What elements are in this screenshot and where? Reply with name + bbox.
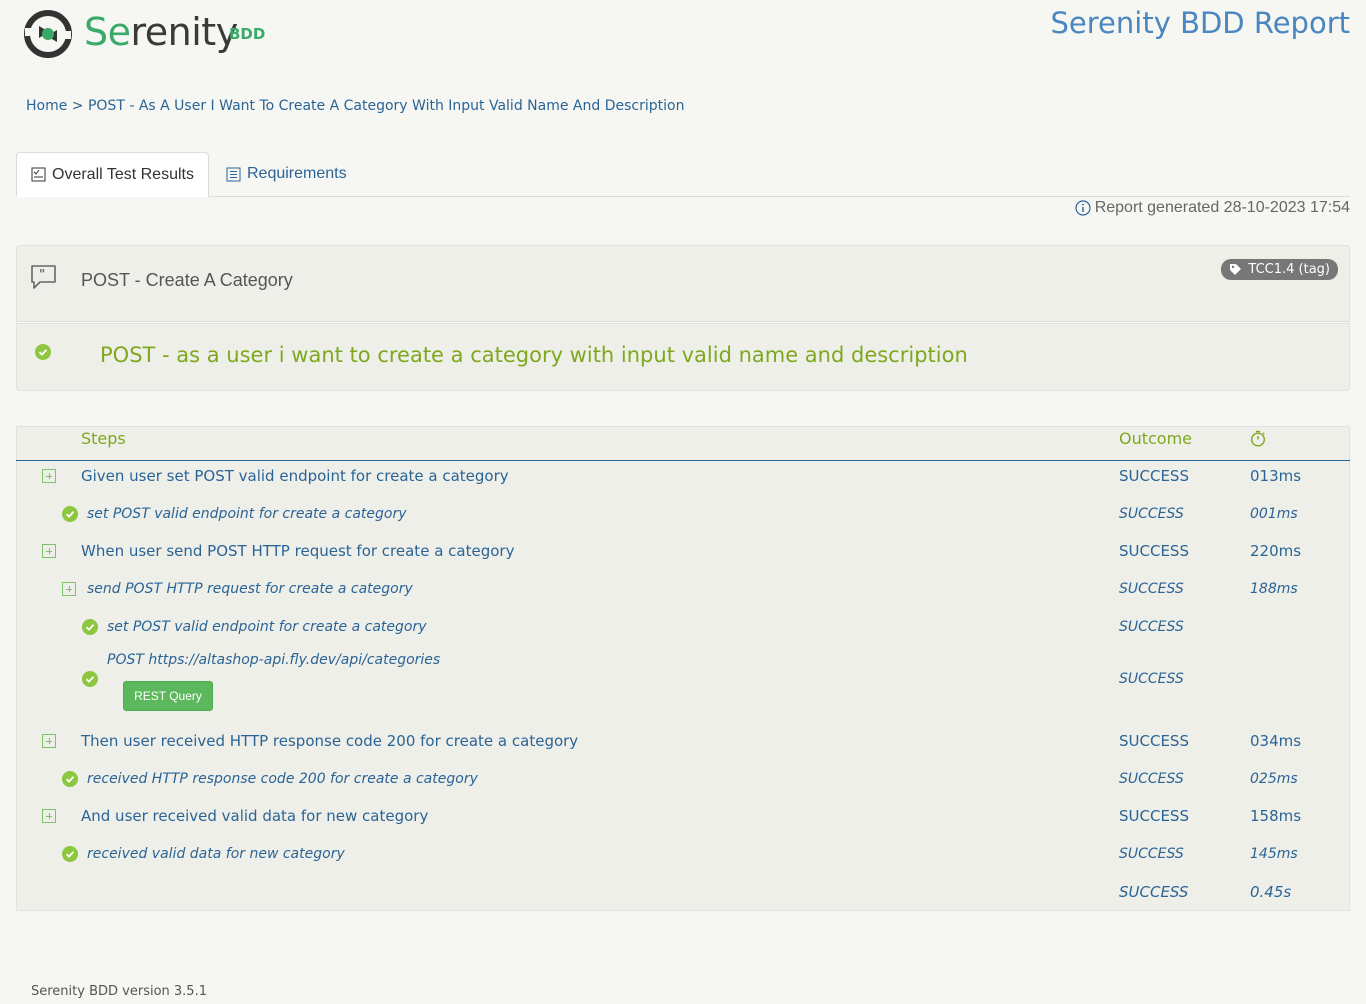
success-check-icon — [35, 344, 51, 360]
logo-word-prefix: Se — [84, 10, 131, 54]
expand-step-icon[interactable] — [42, 734, 56, 748]
step-outcome: SUCCESS — [1119, 846, 1184, 862]
steps-header: Steps — [81, 429, 126, 448]
step-outcome: SUCCESS — [1119, 807, 1189, 825]
step-text: And user received valid data for new cat… — [81, 807, 429, 825]
report-generated: Report generated 28-10-2023 17:54 — [1075, 199, 1350, 217]
steps-table — [16, 426, 1350, 911]
success-check-icon — [82, 619, 98, 635]
step-duration: 013ms — [1250, 467, 1302, 485]
logo-wordmark: Serenity — [84, 10, 238, 54]
success-check-icon — [82, 671, 98, 687]
report-title: Serenity BDD Report — [1050, 6, 1350, 40]
expand-step-icon[interactable] — [42, 469, 56, 483]
footer-version: Serenity BDD version 3.5.1 — [31, 984, 207, 999]
expand-step-icon[interactable] — [62, 582, 76, 596]
success-check-icon — [62, 846, 78, 862]
step-text: set POST valid endpoint for create a cat… — [87, 506, 407, 522]
step-duration: 188ms — [1250, 581, 1298, 597]
tag-label: TCC1.4 (tag) — [1248, 262, 1330, 277]
step-outcome: SUCCESS — [1119, 467, 1189, 485]
document-list-icon — [226, 167, 241, 181]
logo-bdd: BDD — [229, 25, 266, 43]
step-outcome: SUCCESS — [1119, 542, 1189, 560]
comment-quote-icon: " — [31, 265, 56, 289]
step-outcome: SUCCESS — [1119, 619, 1184, 635]
success-check-icon — [62, 771, 78, 787]
tag-icon — [1230, 264, 1242, 275]
step-duration: 145ms — [1250, 846, 1298, 862]
success-check-icon — [62, 506, 78, 522]
step-text: POST https://altashop-api.fly.dev/api/ca… — [107, 652, 441, 668]
tabs-divider — [16, 196, 1350, 197]
tag-badge[interactable]: TCC1.4 (tag) — [1221, 259, 1338, 280]
step-duration: 001ms — [1250, 506, 1298, 522]
step-duration: 034ms — [1250, 732, 1302, 750]
rest-query-button[interactable]: REST Query — [123, 681, 213, 711]
breadcrumb[interactable]: Home > POST - As A User I Want To Create… — [26, 98, 684, 114]
step-text: Given user set POST valid endpoint for c… — [81, 467, 509, 485]
tab-label: Requirements — [247, 165, 347, 182]
steps-header-divider — [16, 460, 1350, 461]
checklist-icon — [31, 167, 46, 182]
scenario-title: POST - as a user i want to create a cate… — [100, 343, 968, 367]
svg-text:": " — [39, 267, 45, 281]
expand-step-icon[interactable] — [42, 809, 56, 823]
step-text: set POST valid endpoint for create a cat… — [107, 619, 427, 635]
step-duration: 220ms — [1250, 542, 1302, 560]
step-text: received valid data for new category — [87, 846, 345, 862]
info-icon — [1075, 200, 1091, 216]
logo-word-rest: renity — [130, 10, 239, 54]
serenity-logo-icon — [24, 10, 72, 58]
outcome-header: Outcome — [1119, 429, 1193, 448]
expand-step-icon[interactable] — [42, 544, 56, 558]
stopwatch-icon — [1250, 430, 1266, 447]
step-duration: 025ms — [1250, 771, 1298, 787]
step-outcome: SUCCESS — [1119, 671, 1184, 687]
step-text: send POST HTTP request for create a cate… — [87, 581, 413, 597]
total-duration: 0.45s — [1250, 883, 1292, 901]
tab-label: Overall Test Results — [52, 165, 194, 183]
report-generated-text: Report generated 28-10-2023 17:54 — [1094, 199, 1350, 216]
feature-title: POST - Create A Category — [81, 270, 293, 290]
step-text: received HTTP response code 200 for crea… — [87, 771, 478, 787]
step-outcome: SUCCESS — [1119, 506, 1184, 522]
total-outcome: SUCCESS — [1119, 883, 1189, 901]
step-text: Then user received HTTP response code 20… — [81, 732, 579, 750]
tab-requirements[interactable]: Requirements — [226, 152, 347, 196]
step-text: When user send POST HTTP request for cre… — [81, 542, 515, 560]
step-duration: 158ms — [1250, 807, 1302, 825]
step-outcome: SUCCESS — [1119, 771, 1184, 787]
tab-overall-test-results[interactable]: Overall Test Results — [16, 152, 209, 197]
step-outcome: SUCCESS — [1119, 581, 1184, 597]
step-outcome: SUCCESS — [1119, 732, 1189, 750]
